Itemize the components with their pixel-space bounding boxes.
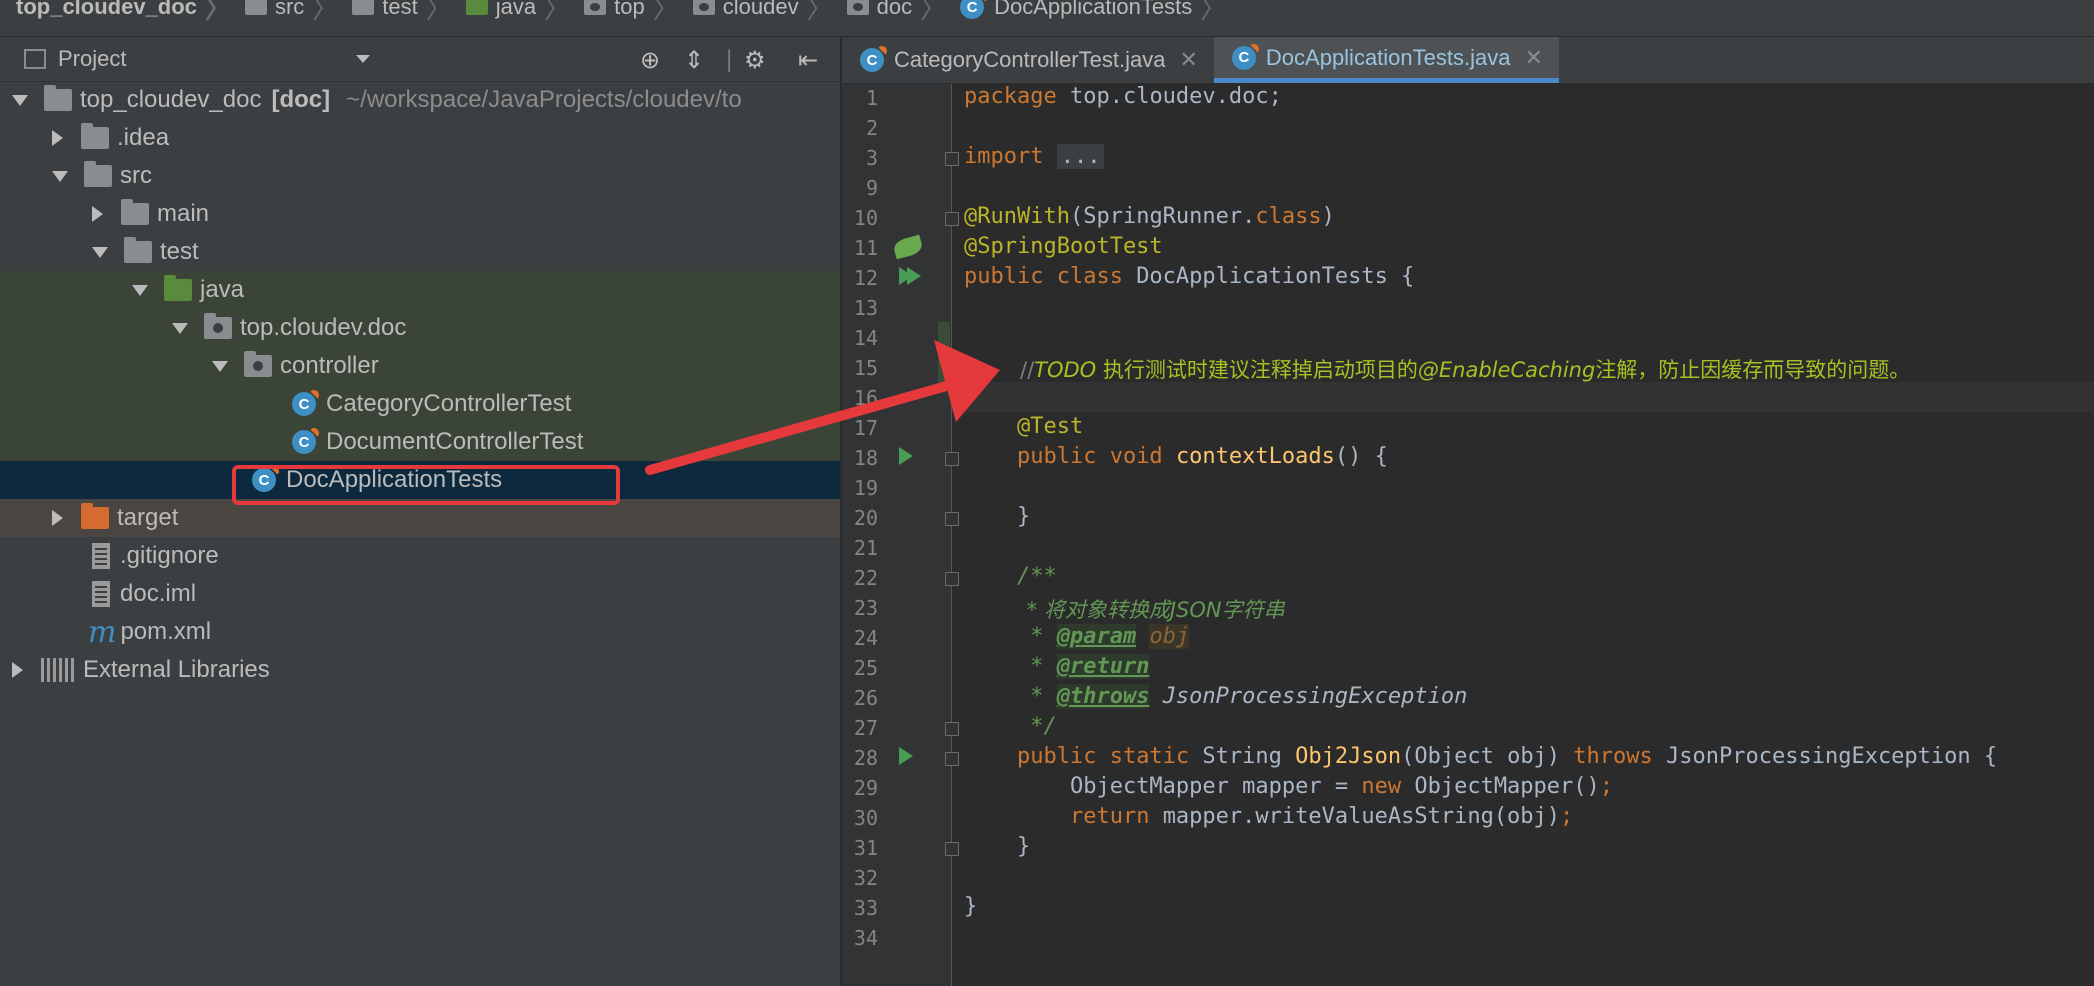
annotation-arrow [645,340,1000,475]
arrow-head [934,340,1000,422]
arrow-shaft [645,380,955,475]
